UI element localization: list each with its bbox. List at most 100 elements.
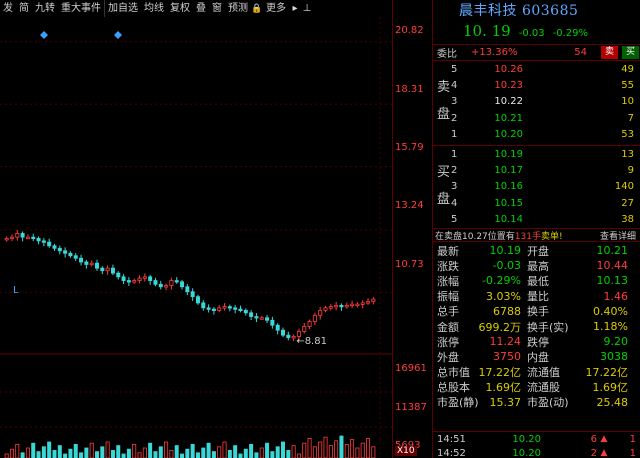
quote-value: 1.69亿 [592,381,629,395]
overlay-button[interactable]: 叠 [193,0,209,17]
quote-label: 市盈(静) [437,396,479,410]
level-volume: 10 [621,96,634,108]
volume-bar [201,447,206,458]
candle-body [36,237,41,242]
trade-volume: 2 [590,447,597,458]
event-marker-icon[interactable] [114,31,122,39]
level-volume: 13 [621,148,634,160]
volume-bar [148,442,153,458]
volume-tick-label: 11387 [395,402,427,413]
candle-body [318,309,323,316]
volume-bar [211,451,216,458]
volume-bar [195,452,200,458]
candle-body [233,307,238,310]
level-volume: 53 [621,129,634,141]
stock-name: 晨丰科技 [459,3,517,19]
tab-major-events[interactable]: 重大事件 [58,0,104,17]
candle-body [206,307,211,310]
volume-bar [296,453,301,458]
quote-value: 3750 [493,350,521,364]
quote-table: 最新 10.19 开盘 10.21 涨跌 -0.03 最高 10.44 涨幅 -0.29% 最低 10… [433,243,640,410]
level-volume: 27 [621,197,634,209]
candle-body [227,306,232,309]
candle-body [31,236,36,240]
volume-bar [185,448,190,458]
level-number: 1 [451,148,458,160]
candle-body [334,304,339,308]
sell-level-row[interactable]: 1 10.20 53 [433,127,640,143]
quote-row: 市盈(静) 15.37 市盈(动) 25.48 [433,395,640,410]
more-arrow-icon[interactable]: ▸ [289,0,301,17]
event-marker-icon[interactable] [40,31,48,39]
tab-fa[interactable]: 发 [0,0,16,17]
quote-value: 17.22亿 [478,366,522,380]
adjust-button[interactable]: 复权 [167,0,193,17]
tab-jian[interactable]: 简 [16,0,32,17]
sell-book: 卖 盘 5 10.26 49 4 10.23 55 3 10.22 10 2 10.21 7 1 10.2… [433,61,640,146]
moving-average-button[interactable]: 均线 [141,0,167,17]
candle-body [63,250,68,254]
quote-label: 涨跌 [437,259,459,273]
candle-body [137,277,142,281]
volume-bar [206,442,211,458]
level-number: 2 [451,165,458,177]
stock-title: 晨丰科技 603685 [433,0,640,22]
volume-bar [84,447,89,458]
buy-level-row[interactable]: 4 10.15 27 [433,195,640,211]
more-button[interactable]: 更多 [263,0,289,17]
buy-level-row[interactable]: 5 10.14 38 [433,212,640,228]
price-row: 10. 19 -0.03 -0.29% [433,22,640,44]
level-number: 4 [451,197,458,209]
quote-row: 总手 6788 换手 0.40% [433,304,640,319]
buy-button[interactable]: 卖 [601,46,619,59]
buy-level-row[interactable]: 2 10.17 9 [433,162,640,178]
forecast-button[interactable]: 预测 [225,0,251,17]
quote-value: 9.20 [603,335,629,349]
sell-level-row[interactable]: 2 10.21 7 [433,110,640,126]
buy-side-label-2: 盘 [437,192,451,207]
sell-level-row[interactable]: 3 10.22 10 [433,94,640,110]
candle-body [211,308,216,311]
candle-body [20,233,25,238]
volume-bar [227,449,232,458]
view-detail-link[interactable]: 查看详细 [600,229,640,242]
pin-icon[interactable]: ⊥ [301,0,313,17]
level-number: 5 [451,214,458,226]
candle-body [153,280,158,285]
candle-body [307,321,312,327]
quote-label: 换手 [527,305,549,319]
buy-level-row[interactable]: 1 10.19 13 [433,146,640,162]
volume-bar [286,449,291,458]
up-arrow-icon: ▲ [600,434,608,444]
quote-row: 振幅 3.03% 量比 1.46 [433,289,640,304]
volume-bar [36,451,41,458]
kline-chart[interactable]: ←8.81 L [0,17,392,458]
volume-tick-label: 16961 [395,363,427,374]
level-volume: 9 [627,165,634,177]
sell-button[interactable]: 买 [622,46,640,59]
sell-side-label-2: 盘 [437,107,451,122]
quote-value: 17.22亿 [585,366,629,380]
quote-label: 换手(实) [527,320,569,334]
volume-bar [132,443,137,458]
volume-bar [41,446,46,458]
candle-body [73,255,78,259]
level-volume: 7 [627,112,634,124]
level-price: 10.17 [494,165,523,177]
sell-level-row[interactable]: 4 10.23 55 [433,77,640,93]
candle-body [169,280,174,286]
add-watchlist-button[interactable]: 加自选 [104,0,141,17]
sell-level-row[interactable]: 5 10.26 49 [433,61,640,77]
up-arrow-icon: ▲ [600,448,608,458]
volume-bar [153,451,158,458]
candle-body [52,245,57,249]
quote-label: 量比 [527,290,549,304]
trade-price: 10.20 [512,447,541,458]
lock-icon[interactable]: 🔒 [251,0,263,17]
window-button[interactable]: 窗 [209,0,225,17]
candle-body [238,308,243,311]
volume-bar [105,441,110,458]
level-volume: 49 [621,63,634,75]
buy-level-row[interactable]: 3 10.16 140 [433,179,640,195]
tab-jiuzhuan[interactable]: 九转 [32,0,58,17]
